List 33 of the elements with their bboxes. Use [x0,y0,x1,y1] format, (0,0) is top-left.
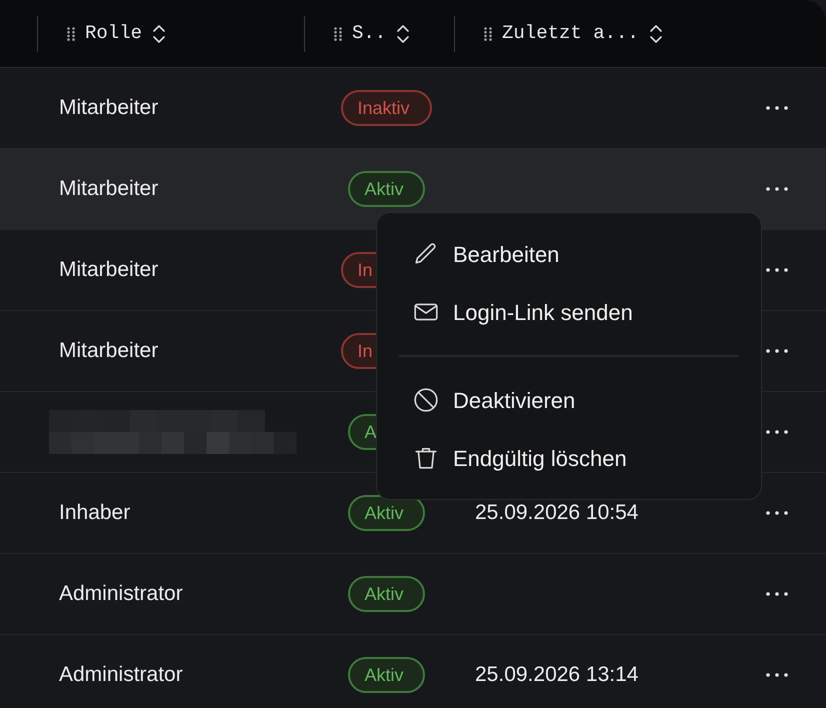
last-active-time: 25.09.2026 10:54 [475,500,638,526]
role-text: Administrator [59,662,183,688]
drag-handle-icon[interactable] [67,26,75,40]
more-icon[interactable] [765,510,789,516]
role-text: Mitarbeiter [59,257,158,284]
ban-icon [413,387,439,413]
drag-handle-icon[interactable] [334,26,342,40]
more-icon[interactable] [765,429,789,435]
role-text: Mitarbeiter [59,95,158,122]
role-text: Administrator [59,581,183,608]
sort-icon[interactable] [396,24,410,44]
sort-icon[interactable] [152,24,166,44]
more-icon[interactable] [765,591,789,597]
status-badge: Aktiv [348,171,424,207]
status-badge: Aktiv [348,495,424,531]
column-header[interactable]: Rolle [85,19,142,48]
role-text: Mitarbeiter [59,176,158,202]
trash-icon [413,445,439,471]
sort-icon[interactable] [648,24,663,44]
more-icon[interactable] [765,186,789,192]
role-text: Mitarbeiter [59,338,158,364]
column-header[interactable]: Zuletzt a... [502,19,639,48]
more-icon[interactable] [765,267,789,273]
role-text: Inhaber [59,500,130,526]
more-icon[interactable] [765,672,789,678]
column-header[interactable]: S.. [352,19,386,48]
status-badge: Aktiv [348,576,424,612]
status-badge: Aktiv [348,657,424,693]
drag-handle-icon[interactable] [484,26,492,40]
more-icon[interactable] [765,105,789,111]
more-icon[interactable] [765,348,789,354]
status-badge: Inaktiv [340,90,432,126]
last-active-time: 25.09.2026 13:14 [475,662,638,688]
